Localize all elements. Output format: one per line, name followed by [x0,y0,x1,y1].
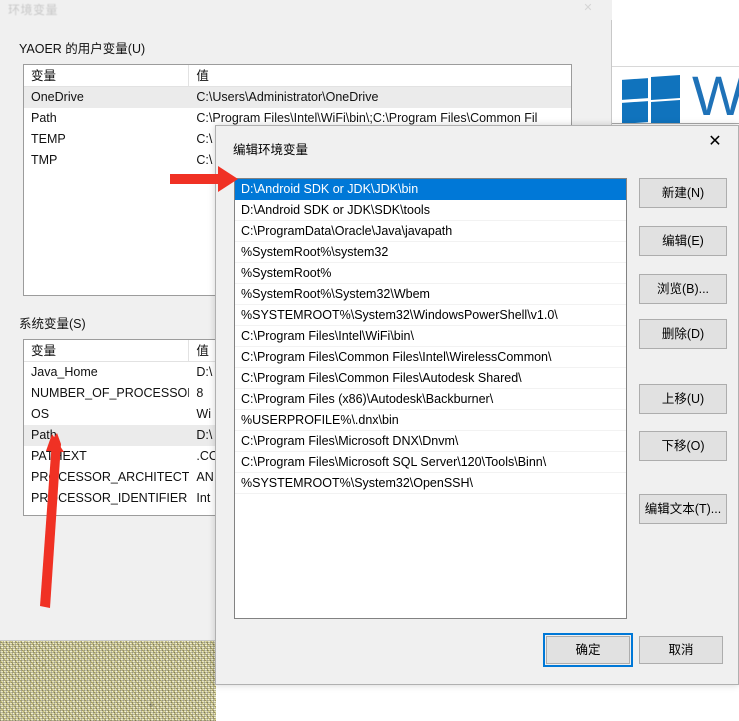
close-icon[interactable]: ✕ [692,126,738,156]
user-var-name: OneDrive [31,90,84,104]
path-entries-listbox[interactable]: D:\Android SDK or JDK\JDK\bin D:\Android… [234,178,627,619]
system-variables-label: 系统变量(S) [19,317,86,331]
user-table-header: 变量 值 [24,65,571,87]
table-row[interactable]: OneDrive C:\Users\Administrator\OneDrive [24,87,571,108]
user-var-name: TMP [31,153,58,167]
system-var-name: NUMBER_OF_PROCESSORS [31,386,190,400]
windows-wordmark: W [692,66,739,124]
list-item[interactable]: C:\Program Files\Microsoft SQL Server\12… [235,452,626,473]
windows-branding-panel: W [608,66,739,123]
system-var-name: Java_Home [31,365,98,379]
new-button[interactable]: 新建(N) [639,178,727,208]
list-item[interactable]: D:\Android SDK or JDK\SDK\tools [235,200,626,221]
user-var-name: TEMP [31,132,66,146]
list-item[interactable]: D:\Android SDK or JDK\JDK\bin [235,179,626,200]
user-variables-label: YAOER 的用户变量(U) [19,42,146,56]
list-item[interactable]: C:\Program Files\Common Files\Autodesk S… [235,368,626,389]
list-item[interactable]: C:\ProgramData\Oracle\Java\javapath [235,221,626,242]
delete-button[interactable]: 删除(D) [639,319,727,349]
env-window-title: 环境变量 [8,3,59,17]
user-col-name: 变量 [24,65,190,86]
list-item[interactable]: C:\Program Files (x86)\Autodesk\Backburn… [235,389,626,410]
cancel-button[interactable]: 取消 [639,636,723,664]
annotation-arrow-to-selected-path [170,166,238,192]
close-icon[interactable]: ✕ [577,0,599,16]
noise-texture-strip [0,641,216,721]
env-window-titlebar: 环境变量 ✕ [0,0,612,20]
user-col-value: 值 [196,69,209,83]
list-item[interactable]: %SystemRoot% [235,263,626,284]
dialog-title: 编辑环境变量 [233,143,309,157]
move-up-button[interactable]: 上移(U) [639,384,727,414]
edit-environment-variable-dialog: 编辑环境变量 ✕ D:\Android SDK or JDK\JDK\bin D… [215,125,739,685]
edit-text-button[interactable]: 编辑文本(T)... [639,494,727,524]
system-var-name: OS [31,407,50,421]
list-item[interactable]: C:\Program Files\Common Files\Intel\Wire… [235,347,626,368]
ok-button[interactable]: 确定 [543,633,633,667]
list-item[interactable]: %SystemRoot%\System32\Wbem [235,284,626,305]
desktop-divider-bottom [600,123,739,124]
move-down-button[interactable]: 下移(O) [639,431,727,461]
list-item[interactable]: %SYSTEMROOT%\System32\OpenSSH\ [235,473,626,494]
windows-logo-icon [622,74,680,123]
system-col-name: 变量 [24,340,190,361]
list-item[interactable]: %SystemRoot%\system32 [235,242,626,263]
list-item[interactable]: %SYSTEMROOT%\System32\WindowsPowerShell\… [235,305,626,326]
edit-button[interactable]: 编辑(E) [639,226,727,256]
browse-button[interactable]: 浏览(B)... [639,274,727,304]
list-item[interactable]: C:\Program Files\Intel\WiFi\bin\ [235,326,626,347]
list-item[interactable]: C:\Program Files\Microsoft DNX\Dnvm\ [235,431,626,452]
list-item[interactable]: %USERPROFILE%\.dnx\bin [235,410,626,431]
user-var-name: Path [31,111,57,125]
user-var-value: C:\Users\Administrator\OneDrive [196,90,379,104]
annotation-arrow-to-system-path [40,433,64,608]
